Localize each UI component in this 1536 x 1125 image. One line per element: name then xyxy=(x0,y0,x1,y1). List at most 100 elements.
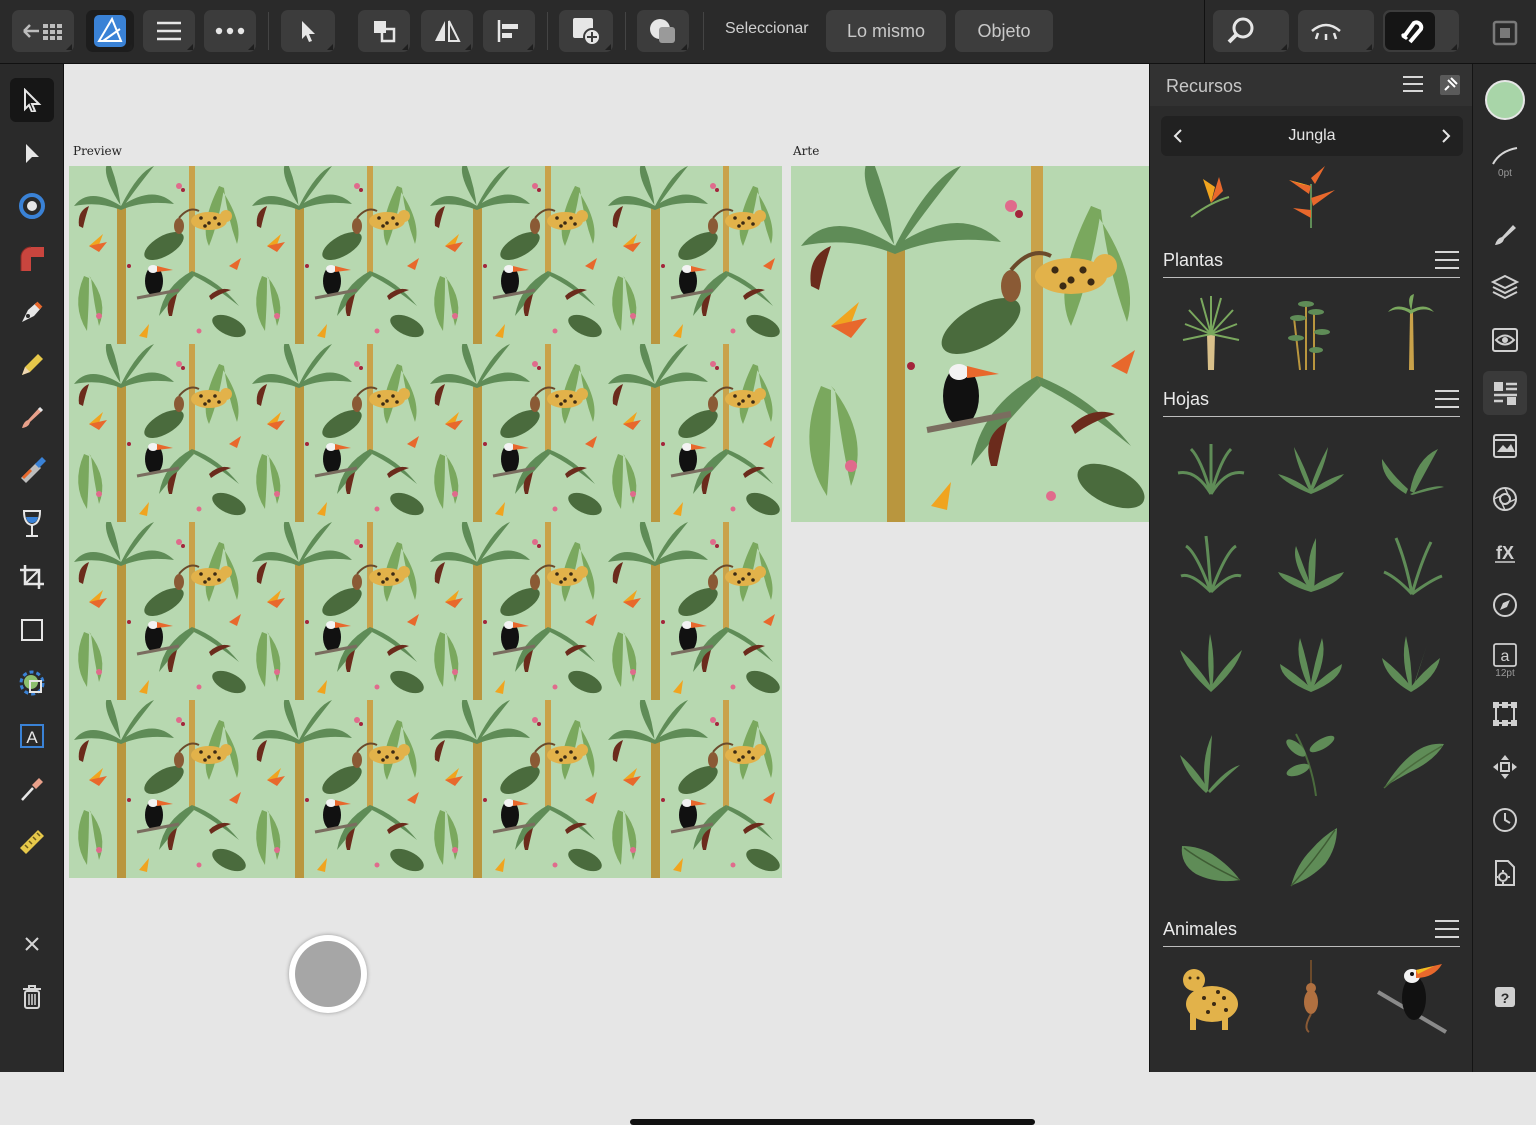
palm-asset-icon xyxy=(1388,294,1434,370)
effects-studio[interactable]: fX xyxy=(1483,530,1527,574)
asset-leaf[interactable] xyxy=(1271,816,1351,896)
artboard-art[interactable] xyxy=(791,166,1149,522)
document-menu-button[interactable] xyxy=(143,10,195,52)
quick-menu-button[interactable] xyxy=(289,935,367,1013)
asset-dracaena-plant[interactable] xyxy=(1171,292,1251,372)
asset-leaf[interactable] xyxy=(1171,524,1251,604)
snapping-button[interactable] xyxy=(1383,10,1459,52)
appearance-studio[interactable] xyxy=(1483,318,1527,362)
crop-tool[interactable] xyxy=(10,555,54,599)
asset-leopard[interactable] xyxy=(1171,956,1251,1036)
view-mode-button[interactable] xyxy=(1298,10,1374,52)
section-menu-icon[interactable] xyxy=(1434,250,1460,270)
help-button[interactable]: ? xyxy=(1483,975,1527,1019)
flip-button[interactable] xyxy=(421,10,473,52)
wine-glass-icon xyxy=(22,510,42,537)
asset-bamboo-plant[interactable] xyxy=(1271,292,1351,372)
asset-monkey[interactable] xyxy=(1271,956,1351,1036)
transparency-tool[interactable] xyxy=(10,502,54,546)
corner-tool[interactable] xyxy=(10,184,54,228)
measure-tool[interactable] xyxy=(10,820,54,864)
designer-persona-button[interactable] xyxy=(86,10,134,52)
asset-leaf[interactable] xyxy=(1271,524,1351,604)
assets-studio[interactable] xyxy=(1483,371,1527,415)
asset-heliconia-flower[interactable] xyxy=(1271,162,1351,232)
asset-leaf[interactable] xyxy=(1171,720,1251,800)
transform-studio[interactable] xyxy=(1483,692,1527,736)
toolbar-divider xyxy=(703,12,704,50)
asset-leaf[interactable] xyxy=(1371,429,1451,509)
pencil-icon xyxy=(22,354,43,375)
asset-toucan[interactable] xyxy=(1371,956,1451,1036)
asset-palm-tree[interactable] xyxy=(1371,292,1451,372)
gradient-tool[interactable] xyxy=(10,237,54,281)
asset-leaf[interactable] xyxy=(1171,816,1251,896)
document-canvas[interactable]: Preview Arte xyxy=(64,64,1149,1125)
fx-icon: fX xyxy=(1495,543,1515,563)
panel-menu-button[interactable] xyxy=(1402,74,1426,96)
move-studio[interactable] xyxy=(1483,745,1527,789)
svg-text:?: ? xyxy=(1501,990,1510,1006)
text-styles-studio[interactable]: a 12pt xyxy=(1483,636,1527,686)
brush-icon xyxy=(22,406,44,428)
svg-text:A: A xyxy=(26,728,38,747)
back-to-gallery-button[interactable] xyxy=(12,10,74,52)
swatches-studio[interactable] xyxy=(1483,477,1527,521)
zoom-button[interactable] xyxy=(1213,10,1289,52)
clock-icon xyxy=(1493,808,1517,832)
leaf-cluster-icon xyxy=(1177,444,1245,495)
stock-studio[interactable] xyxy=(1483,424,1527,468)
chevron-right-icon[interactable] xyxy=(1441,129,1451,143)
window-toggle-button[interactable] xyxy=(1490,18,1520,48)
jungle-tile-image xyxy=(791,166,1149,522)
help-icon: ? xyxy=(1495,987,1515,1007)
vector-brush-tool[interactable] xyxy=(10,396,54,440)
close-button[interactable] xyxy=(10,922,54,966)
boolean-operations-button[interactable] xyxy=(637,10,689,52)
shape-builder-tool[interactable] xyxy=(10,661,54,705)
document-settings-studio[interactable] xyxy=(1483,851,1527,895)
section-title: Plantas xyxy=(1163,250,1224,270)
select-tool-button[interactable] xyxy=(281,10,335,52)
hamburger-icon xyxy=(1403,76,1423,92)
section-menu-icon[interactable] xyxy=(1434,919,1460,939)
arrange-button[interactable] xyxy=(358,10,410,52)
select-same-button[interactable]: Lo mismo xyxy=(826,10,946,52)
color-picker-tool[interactable] xyxy=(10,767,54,811)
hamburger-icon xyxy=(157,21,181,41)
brush-icon xyxy=(1495,225,1516,245)
artboard-preview[interactable] xyxy=(69,166,782,878)
section-menu-icon[interactable] xyxy=(1434,389,1460,409)
select-object-button[interactable]: Objeto xyxy=(955,10,1053,52)
pen-tool[interactable] xyxy=(10,290,54,334)
asset-leaf[interactable] xyxy=(1271,720,1351,800)
history-studio[interactable] xyxy=(1483,798,1527,842)
fill-tool[interactable] xyxy=(10,449,54,493)
asset-leaf[interactable] xyxy=(1371,622,1451,702)
asset-leaf[interactable] xyxy=(1271,429,1351,509)
stroke-button[interactable]: 0pt xyxy=(1483,134,1527,190)
asset-leaf[interactable] xyxy=(1371,720,1451,800)
brushes-studio[interactable] xyxy=(1483,212,1527,256)
rectangle-tool[interactable] xyxy=(10,608,54,652)
layers-studio[interactable] xyxy=(1483,265,1527,309)
insert-button[interactable] xyxy=(559,10,613,52)
section-header-leaves: Hojas xyxy=(1163,383,1460,417)
fill-color-swatch[interactable] xyxy=(1483,78,1527,122)
more-options-button[interactable] xyxy=(204,10,256,52)
asset-leaf[interactable] xyxy=(1371,524,1451,604)
pencil-tool[interactable] xyxy=(10,343,54,387)
navigator-studio[interactable] xyxy=(1483,583,1527,627)
asset-leaf[interactable] xyxy=(1171,429,1251,509)
artistic-text-tool[interactable]: A xyxy=(10,714,54,758)
node-tool[interactable] xyxy=(10,131,54,175)
move-tool[interactable] xyxy=(10,78,54,122)
category-selector[interactable]: Jungla xyxy=(1161,116,1463,156)
asset-bird-of-paradise-flower[interactable] xyxy=(1171,162,1251,232)
align-button[interactable] xyxy=(483,10,535,52)
asset-leaf[interactable] xyxy=(1271,622,1351,702)
asset-leaf[interactable] xyxy=(1171,622,1251,702)
delete-button[interactable] xyxy=(10,975,54,1019)
pin-panel-button[interactable] xyxy=(1439,74,1463,96)
pen-nib-icon xyxy=(22,301,43,322)
